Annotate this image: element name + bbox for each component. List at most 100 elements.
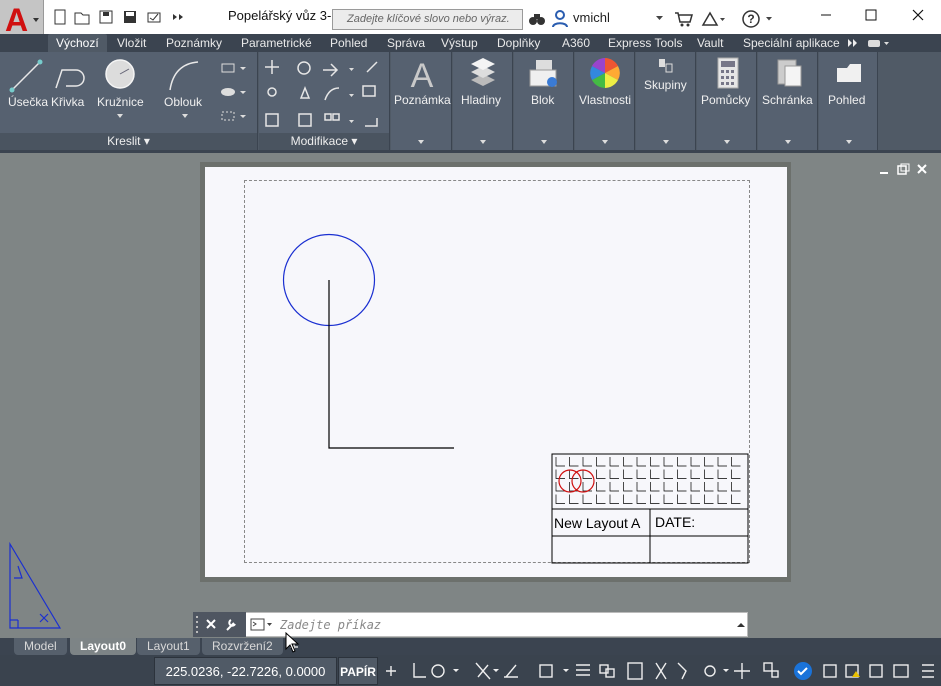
modify-panel-label[interactable]: Modifikace ▾ (259, 133, 389, 150)
draw-small-tools-icon[interactable] (218, 60, 250, 128)
title-block-date-label: DATE: (655, 514, 696, 530)
properties-panel: Vlastnosti (575, 52, 635, 150)
view-dropdown-icon[interactable] (846, 140, 852, 144)
arc-tool-icon[interactable] (166, 58, 202, 94)
layers-panel: Hladiny (453, 52, 513, 150)
ribbon: Úsečka Křivka Kružnice Oblouk Kreslit ▾ … (0, 52, 941, 150)
insert-block-icon[interactable] (526, 56, 560, 90)
layout-tab-rozvrzeni2[interactable]: Rozvržení2 (202, 638, 283, 655)
more-tabs-icon[interactable] (846, 38, 890, 50)
help-icon[interactable]: ? (742, 10, 776, 28)
layout-tab-layout1[interactable]: Layout1 (137, 638, 200, 655)
groups-label[interactable]: Skupiny (644, 78, 687, 92)
user-name[interactable]: vmichl (573, 10, 610, 25)
group-icon[interactable] (656, 56, 676, 76)
save-icon[interactable] (122, 9, 138, 25)
tab-express-tools[interactable]: Express Tools (608, 36, 682, 50)
view-panel: Pohled (819, 52, 878, 150)
groups-panel: Skupiny (636, 52, 696, 150)
close-window-icon[interactable] (895, 0, 941, 32)
modify-panel: Modifikace ▾ (259, 52, 390, 150)
user-menu-chevron-down-icon[interactable] (656, 16, 664, 22)
annotation-dropdown-icon[interactable] (418, 140, 424, 144)
status-toggles-icon[interactable] (380, 657, 941, 685)
title-block-name: New Layout A (554, 515, 641, 531)
layout-tab-bar: Model Layout0 Layout1 Rozvržení2 (0, 638, 941, 655)
utilities-dropdown-icon[interactable] (724, 140, 730, 144)
layout-tab-layout0[interactable]: Layout0 (70, 638, 137, 655)
annotation-label[interactable]: Poznámka (394, 93, 451, 107)
circle-dropdown-icon[interactable] (117, 114, 123, 118)
tab-vault[interactable]: Vault (697, 36, 723, 50)
svg-text:A: A (5, 2, 28, 37)
open-file-icon[interactable] (74, 9, 90, 25)
plot-icon[interactable] (146, 9, 162, 25)
svg-text:?: ? (747, 12, 754, 26)
arc-tool-label[interactable]: Oblouk (164, 95, 202, 109)
properties-dropdown-icon[interactable] (602, 140, 608, 144)
draw-panel-label[interactable]: Kreslit ▾ (0, 133, 257, 150)
layout-tab-model[interactable]: Model (14, 638, 67, 655)
tab-vystup[interactable]: Výstup (441, 36, 478, 50)
command-line[interactable]: Zadejte příkaz (193, 612, 748, 637)
cursor-coordinates[interactable]: 225.0236, -22.7226, 0.0000 (154, 657, 337, 685)
clipboard-label[interactable]: Schránka (762, 93, 813, 107)
tab-sprava[interactable]: Správa (387, 36, 425, 50)
tab-a360[interactable]: A360 (562, 36, 590, 50)
tab-pohled[interactable]: Pohled (330, 36, 367, 50)
layers-dropdown-icon[interactable] (480, 140, 486, 144)
calculator-icon[interactable] (715, 56, 741, 90)
maximize-window-icon[interactable] (849, 0, 895, 32)
tab-doplnky[interactable]: Doplňky (497, 36, 540, 50)
modify-tools-icon[interactable] (263, 58, 387, 132)
command-history-icon[interactable] (250, 618, 274, 632)
layers-label[interactable]: Hladiny (461, 93, 501, 107)
viewport-window-controls-icon[interactable] (876, 163, 932, 177)
clipboard-panel: Schránka (758, 52, 818, 150)
printable-area-boundary (244, 180, 750, 563)
paper-space-toggle[interactable]: PAPÍR (338, 657, 378, 685)
properties-color-wheel-icon[interactable] (588, 56, 622, 90)
command-input[interactable]: Zadejte příkaz (280, 618, 381, 632)
utilities-label[interactable]: Pomůcky (701, 93, 750, 107)
arc-dropdown-icon[interactable] (182, 114, 188, 118)
new-file-icon[interactable] (52, 9, 68, 25)
circle-tool-icon[interactable] (102, 56, 138, 94)
a360-connect-icon[interactable] (700, 10, 726, 28)
title-bar: A Popelářský vůz 3-... Zadejte klíčové s… (0, 0, 941, 37)
view-base-icon[interactable] (833, 56, 865, 90)
tab-parametricke[interactable]: Parametrické (241, 36, 312, 50)
line-tool-label[interactable]: Úsečka (8, 95, 48, 109)
binoculars-icon[interactable] (528, 11, 546, 27)
tab-vlozit[interactable]: Vložit (117, 36, 146, 50)
tab-poznamky[interactable]: Poznámky (166, 36, 222, 50)
ucs-icon (9, 541, 62, 629)
polyline-tool-label[interactable]: Křivka (51, 95, 84, 109)
tab-specialni-aplikace[interactable]: Speciální aplikace (743, 36, 840, 50)
polyline-tool-icon[interactable] (52, 58, 88, 94)
command-tools-icon[interactable] (193, 612, 246, 637)
view-label[interactable]: Pohled (828, 93, 865, 107)
command-expand-icon[interactable] (736, 622, 746, 628)
help-search-input[interactable]: Zadejte klíčové slovo nebo výraz. (332, 9, 523, 30)
block-dropdown-icon[interactable] (541, 140, 547, 144)
minimize-window-icon[interactable] (803, 0, 849, 32)
application-menu-button[interactable]: A (0, 0, 44, 37)
autocad-logo-icon: A (5, 2, 39, 37)
clipboard-dropdown-icon[interactable] (785, 140, 791, 144)
block-panel: Blok (514, 52, 574, 150)
annotation-panel: A Poznámka (391, 52, 452, 150)
block-label[interactable]: Blok (531, 93, 554, 107)
groups-dropdown-icon[interactable] (663, 140, 669, 144)
layers-icon[interactable] (467, 56, 499, 90)
save-to-web-icon[interactable] (98, 9, 114, 25)
autodesk-store-cart-icon[interactable] (674, 11, 694, 27)
user-icon[interactable] (552, 10, 568, 28)
circle-tool-label[interactable]: Kružnice (97, 95, 144, 109)
line-tool-icon[interactable] (8, 58, 44, 94)
clipboard-paste-icon[interactable] (774, 56, 804, 90)
text-annotation-icon[interactable]: A (405, 56, 439, 92)
tab-vychozi[interactable]: Výchozí (48, 34, 107, 52)
properties-label[interactable]: Vlastnosti (579, 93, 631, 107)
more-tools-icon[interactable] (170, 9, 186, 25)
